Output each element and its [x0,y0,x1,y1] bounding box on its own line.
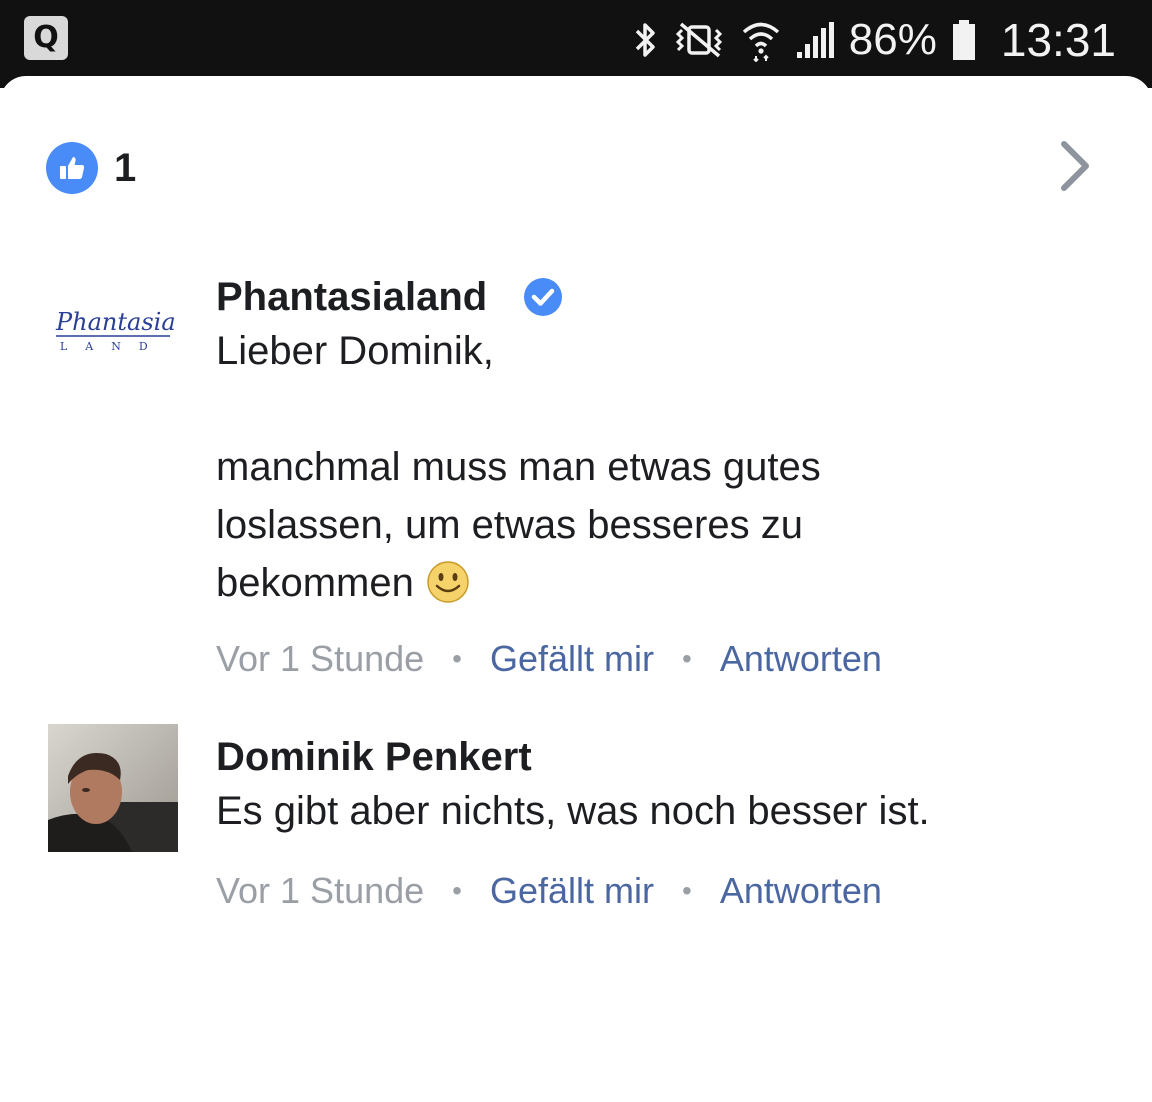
comments-sheet: 1 Phantasia LAND Phantasialand Lieber Do… [0,76,1152,1102]
phantasialand-logo: Phantasia LAND [55,308,176,353]
verified-badge-icon [524,278,563,316]
battery-percent: 86% [848,15,937,64]
signal-icon [796,22,834,58]
comment-content: Phantasialand Lieber Dominik, manchmal m… [216,272,1116,684]
smiley-emoji-icon [427,561,469,603]
comment-content: Dominik Penkert Es gibt aber nichts, was… [216,732,1116,916]
reply-button[interactable]: Antworten [720,866,882,916]
author-name[interactable]: Phantasialand [216,272,487,322]
like-button[interactable]: Gefällt mir [490,634,654,684]
comment-author[interactable]: Dominik Penkert [216,732,1116,782]
status-bar: Q 86% 13:31 [0,0,1152,88]
comment-author[interactable]: Phantasialand [216,272,1116,322]
comment-time: Vor 1 Stunde [216,638,425,679]
separator-dot: • [682,875,692,906]
comment-time: Vor 1 Stunde [216,870,425,911]
battery-icon [952,20,975,60]
comment-text: Es gibt aber nichts, was noch besser ist… [216,782,1116,840]
svg-text:LAND: LAND [60,340,166,353]
chevron-right-icon[interactable] [1058,138,1094,194]
comment-body: Lieber Dominik, manchmal muss man etwas … [216,329,821,605]
like-button[interactable]: Gefällt mir [490,866,654,916]
reply-button[interactable]: Antworten [720,634,882,684]
comment-meta: Vor 1 Stunde • Gefällt mir • Antworten [216,634,1116,684]
q-app-icon: Q [24,16,68,60]
thumbs-up-icon [46,142,98,194]
avatar[interactable]: Phantasia LAND [48,300,178,360]
bluetooth-icon [635,23,655,57]
separator-dot: • [682,643,692,674]
reaction-summary[interactable]: 1 [46,142,136,194]
comment-text: Lieber Dominik, manchmal muss man etwas … [216,322,1116,612]
reaction-count: 1 [114,145,137,190]
separator-dot: • [452,875,462,906]
wifi-icon [742,22,779,62]
author-name[interactable]: Dominik Penkert [216,732,532,782]
status-icons: 86% 13:31 [633,10,1116,70]
separator-dot: • [452,643,462,674]
avatar[interactable] [48,724,178,852]
svg-text:Phantasia: Phantasia [55,308,176,336]
profile-photo [48,724,178,852]
clock: 13:31 [1000,14,1116,66]
comment-body: Es gibt aber nichts, was noch besser ist… [216,789,930,833]
comment-meta: Vor 1 Stunde • Gefällt mir • Antworten [216,866,1116,916]
vibrate-mute-icon [675,22,722,58]
